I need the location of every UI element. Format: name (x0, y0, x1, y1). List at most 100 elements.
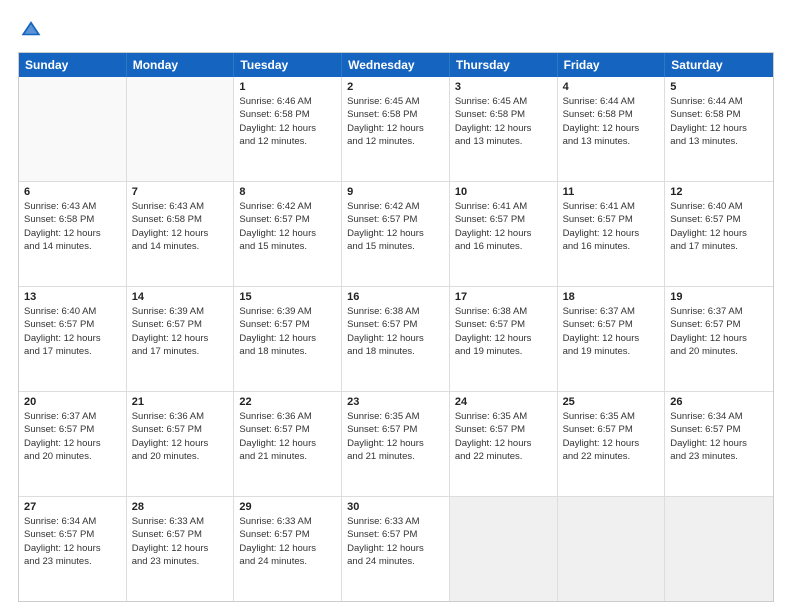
calendar-cell-w2-d2: 15Sunrise: 6:39 AMSunset: 6:57 PMDayligh… (234, 287, 342, 391)
calendar-cell-w4-d6 (665, 497, 773, 601)
cell-line: Daylight: 12 hours (563, 122, 660, 135)
calendar-cell-w2-d6: 19Sunrise: 6:37 AMSunset: 6:57 PMDayligh… (665, 287, 773, 391)
day-number: 23 (347, 396, 444, 408)
day-number: 8 (239, 186, 336, 198)
day-number: 20 (24, 396, 121, 408)
calendar-cell-w2-d3: 16Sunrise: 6:38 AMSunset: 6:57 PMDayligh… (342, 287, 450, 391)
cell-line: Sunrise: 6:41 AM (563, 200, 660, 213)
calendar: SundayMondayTuesdayWednesdayThursdayFrid… (18, 52, 774, 602)
calendar-header: SundayMondayTuesdayWednesdayThursdayFrid… (19, 53, 773, 77)
cell-line: and 14 minutes. (24, 240, 121, 253)
day-number: 13 (24, 291, 121, 303)
calendar-cell-w1-d1: 7Sunrise: 6:43 AMSunset: 6:58 PMDaylight… (127, 182, 235, 286)
cell-line: Sunset: 6:58 PM (347, 108, 444, 121)
cell-line: Sunset: 6:57 PM (239, 213, 336, 226)
cell-line: Sunrise: 6:33 AM (347, 515, 444, 528)
cell-line: Daylight: 12 hours (347, 122, 444, 135)
day-number: 25 (563, 396, 660, 408)
day-number: 17 (455, 291, 552, 303)
cell-line: Daylight: 12 hours (239, 542, 336, 555)
calendar-cell-w1-d6: 12Sunrise: 6:40 AMSunset: 6:57 PMDayligh… (665, 182, 773, 286)
cell-line: Daylight: 12 hours (24, 332, 121, 345)
cell-line: and 16 minutes. (563, 240, 660, 253)
cell-line: and 13 minutes. (563, 135, 660, 148)
header-day-saturday: Saturday (665, 53, 773, 77)
cell-line: Daylight: 12 hours (563, 437, 660, 450)
cell-line: Sunrise: 6:39 AM (239, 305, 336, 318)
cell-line: Sunset: 6:58 PM (670, 108, 768, 121)
calendar-cell-w1-d2: 8Sunrise: 6:42 AMSunset: 6:57 PMDaylight… (234, 182, 342, 286)
cell-line: Sunset: 6:57 PM (455, 423, 552, 436)
day-number: 16 (347, 291, 444, 303)
cell-line: and 17 minutes. (24, 345, 121, 358)
cell-line: Sunrise: 6:33 AM (239, 515, 336, 528)
day-number: 27 (24, 501, 121, 513)
cell-line: Daylight: 12 hours (24, 542, 121, 555)
header-day-wednesday: Wednesday (342, 53, 450, 77)
cell-line: Sunset: 6:57 PM (563, 423, 660, 436)
calendar-cell-w1-d3: 9Sunrise: 6:42 AMSunset: 6:57 PMDaylight… (342, 182, 450, 286)
calendar-row-3: 13Sunrise: 6:40 AMSunset: 6:57 PMDayligh… (19, 286, 773, 391)
calendar-cell-w4-d2: 29Sunrise: 6:33 AMSunset: 6:57 PMDayligh… (234, 497, 342, 601)
cell-line: and 19 minutes. (563, 345, 660, 358)
cell-line: and 15 minutes. (239, 240, 336, 253)
cell-line: Sunset: 6:57 PM (132, 528, 229, 541)
calendar-row-5: 27Sunrise: 6:34 AMSunset: 6:57 PMDayligh… (19, 496, 773, 601)
cell-line: Sunset: 6:58 PM (563, 108, 660, 121)
calendar-cell-w3-d3: 23Sunrise: 6:35 AMSunset: 6:57 PMDayligh… (342, 392, 450, 496)
cell-line: Sunset: 6:57 PM (347, 318, 444, 331)
day-number: 4 (563, 81, 660, 93)
calendar-row-2: 6 Sunrise: 6:43 AM Sunset: 6:58 PM Daylight… (19, 181, 773, 286)
cell-line: Sunrise: 6:42 AM (347, 200, 444, 213)
calendar-cell-w4-d5 (558, 497, 666, 601)
cell-line: and 13 minutes. (455, 135, 552, 148)
cell-line: Daylight: 12 hours (455, 227, 552, 240)
cell-line: Sunrise: 6:33 AM (132, 515, 229, 528)
cell-line: Sunset: 6:57 PM (563, 213, 660, 226)
calendar-cell-w3-d1: 21Sunrise: 6:36 AMSunset: 6:57 PMDayligh… (127, 392, 235, 496)
cell-line: Sunset: 6:58 PM (24, 213, 121, 226)
page: SundayMondayTuesdayWednesdayThursdayFrid… (0, 0, 792, 612)
cell-line: Daylight: 12 hours (455, 122, 552, 135)
cell-line: Sunrise: 6:41 AM (455, 200, 552, 213)
calendar-cell-w2-d1: 14Sunrise: 6:39 AMSunset: 6:57 PMDayligh… (127, 287, 235, 391)
cell-line: and 22 minutes. (563, 450, 660, 463)
calendar-body: 1Sunrise: 6:46 AMSunset: 6:58 PMDaylight… (19, 77, 773, 601)
cell-line: Sunrise: 6:34 AM (670, 410, 768, 423)
cell-line: Daylight: 12 hours (347, 437, 444, 450)
day-number: 24 (455, 396, 552, 408)
cell-line: Daylight: 12 hours (132, 542, 229, 555)
cell-line: and 21 minutes. (347, 450, 444, 463)
cell-line: Sunrise: 6:37 AM (563, 305, 660, 318)
cell-line: Sunrise: 6:44 AM (563, 95, 660, 108)
calendar-cell-w3-d5: 25Sunrise: 6:35 AMSunset: 6:57 PMDayligh… (558, 392, 666, 496)
cell-line: and 24 minutes. (239, 555, 336, 568)
calendar-row-4: 20Sunrise: 6:37 AMSunset: 6:57 PMDayligh… (19, 391, 773, 496)
cell-line: Sunrise: 6:38 AM (347, 305, 444, 318)
calendar-cell-w3-d2: 22Sunrise: 6:36 AMSunset: 6:57 PMDayligh… (234, 392, 342, 496)
cell-line: Daylight: 12 hours (670, 332, 768, 345)
cell-line: Sunset: 6:57 PM (239, 318, 336, 331)
cell-line: Sunset: 6:57 PM (455, 318, 552, 331)
calendar-cell-w0-d3: 2Sunrise: 6:45 AMSunset: 6:58 PMDaylight… (342, 77, 450, 181)
day-number: 6 (24, 186, 121, 198)
day-number: 10 (455, 186, 552, 198)
cell-line: and 20 minutes. (132, 450, 229, 463)
calendar-cell-w4-d1: 28Sunrise: 6:33 AMSunset: 6:57 PMDayligh… (127, 497, 235, 601)
cell-line: Sunrise: 6:42 AM (239, 200, 336, 213)
cell-line: Sunset: 6:57 PM (670, 318, 768, 331)
cell-line: Sunset: 6:57 PM (670, 423, 768, 436)
calendar-cell-w4-d0: 27Sunrise: 6:34 AMSunset: 6:57 PMDayligh… (19, 497, 127, 601)
calendar-cell-w1-d0: 6Sunrise: 6:43 AMSunset: 6:58 PMDaylight… (19, 182, 127, 286)
calendar-cell-w2-d5: 18Sunrise: 6:37 AMSunset: 6:57 PMDayligh… (558, 287, 666, 391)
cell-line: and 17 minutes. (670, 240, 768, 253)
cell-line: Daylight: 12 hours (132, 437, 229, 450)
day-number: 18 (563, 291, 660, 303)
cell-line: and 23 minutes. (24, 555, 121, 568)
day-number: 15 (239, 291, 336, 303)
cell-line: Sunset: 6:57 PM (132, 423, 229, 436)
cell-line: and 13 minutes. (670, 135, 768, 148)
calendar-cell-w3-d4: 24Sunrise: 6:35 AMSunset: 6:57 PMDayligh… (450, 392, 558, 496)
cell-line: Sunrise: 6:43 AM (132, 200, 229, 213)
calendar-row-1: 1Sunrise: 6:46 AMSunset: 6:58 PMDaylight… (19, 77, 773, 181)
